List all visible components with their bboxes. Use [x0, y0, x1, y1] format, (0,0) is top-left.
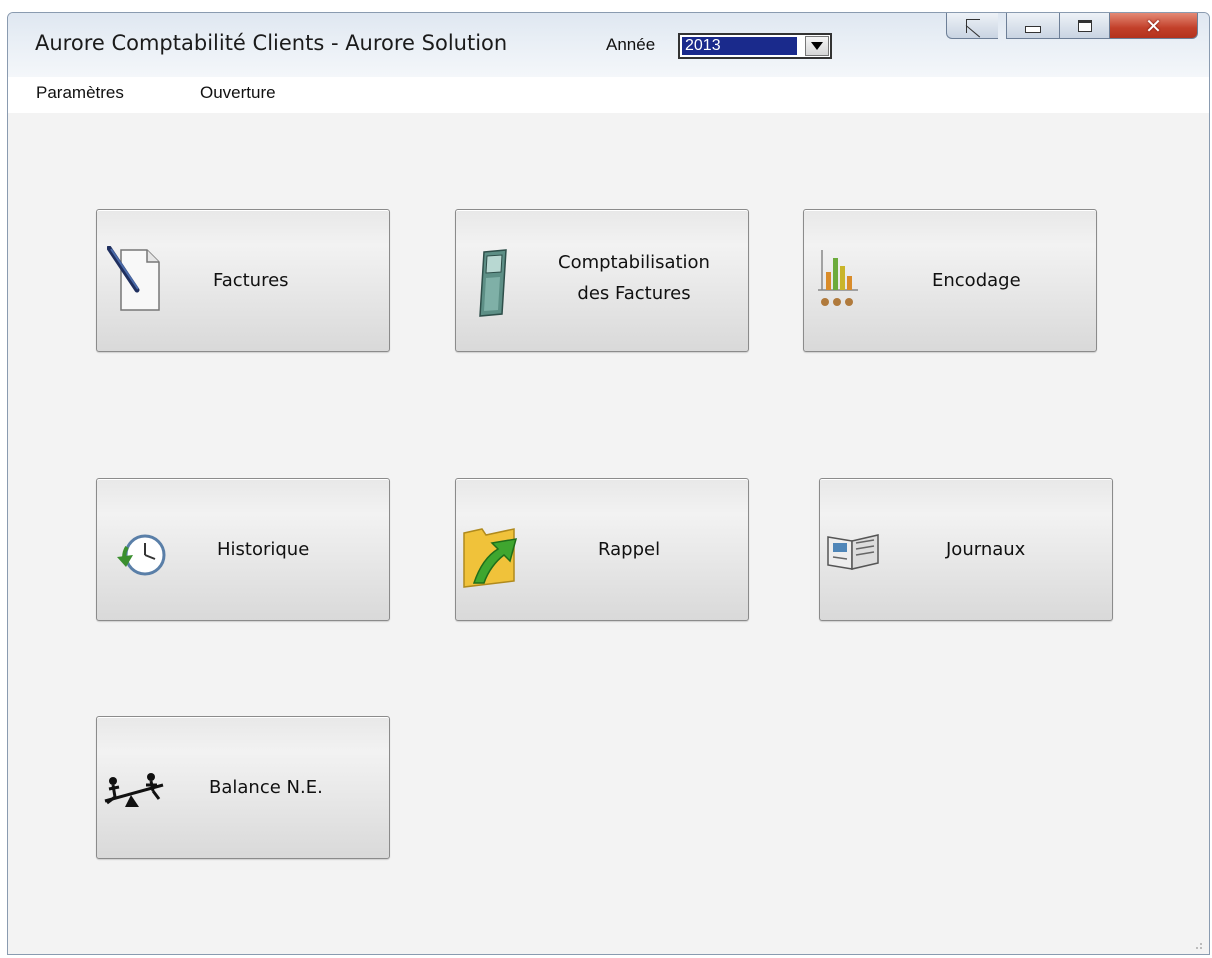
historique-label: Historique	[217, 539, 310, 560]
window-title: Aurore Comptabilité Clients - Aurore Sol…	[35, 31, 508, 55]
clock-history-icon	[117, 534, 166, 576]
abacus-chart-icon	[818, 250, 858, 306]
close-icon: ✕	[1145, 13, 1162, 38]
chevron-down-icon	[811, 42, 823, 50]
pen-paper-icon	[107, 246, 160, 311]
encodage-label: Encodage	[932, 270, 1021, 291]
year-value: 2013	[681, 36, 798, 56]
open-book-icon	[827, 534, 879, 570]
maximize-icon	[1077, 19, 1092, 32]
resize-grip-icon[interactable]	[1191, 938, 1203, 950]
calculator-icon	[479, 249, 507, 317]
balance-label: Balance N.E.	[209, 777, 323, 798]
menu-parametres[interactable]: Paramètres	[36, 83, 124, 103]
corner-resize-icon	[965, 18, 980, 33]
maximize-button[interactable]	[1060, 13, 1110, 39]
close-button[interactable]: ✕	[1110, 13, 1198, 39]
historique-button[interactable]: Historique	[96, 478, 390, 621]
menu-bar: Paramètres Ouverture	[8, 77, 1209, 113]
main-window: Aurore Comptabilité Clients - Aurore Sol…	[7, 12, 1210, 955]
balance-button[interactable]: Balance N.E.	[96, 716, 390, 859]
dashboard: Factures Comptabilisation des Factures E…	[8, 113, 1209, 954]
seesaw-icon	[104, 773, 164, 807]
folder-arrow-icon	[463, 528, 518, 588]
year-select[interactable]: 2013	[678, 33, 832, 59]
comptabilisation-button[interactable]: Comptabilisation des Factures	[455, 209, 749, 352]
encodage-button[interactable]: Encodage	[803, 209, 1097, 352]
comptabilisation-label-line2: des Factures	[577, 283, 691, 304]
menu-ouverture[interactable]: Ouverture	[200, 83, 276, 103]
snap-button[interactable]	[946, 13, 998, 39]
year-label: Année	[606, 35, 656, 54]
factures-label: Factures	[213, 270, 289, 291]
rappel-label: Rappel	[598, 539, 661, 560]
dropdown-arrow-button[interactable]	[805, 36, 829, 56]
minimize-icon	[1025, 26, 1041, 33]
factures-button[interactable]: Factures	[96, 209, 390, 352]
title-bar[interactable]: Aurore Comptabilité Clients - Aurore Sol…	[8, 13, 1209, 77]
journaux-button[interactable]: Journaux	[819, 478, 1113, 621]
comptabilisation-label-line1: Comptabilisation	[558, 252, 710, 273]
minimize-button[interactable]	[1006, 13, 1060, 39]
journaux-label: Journaux	[946, 539, 1026, 560]
rappel-button[interactable]: Rappel	[455, 478, 749, 621]
